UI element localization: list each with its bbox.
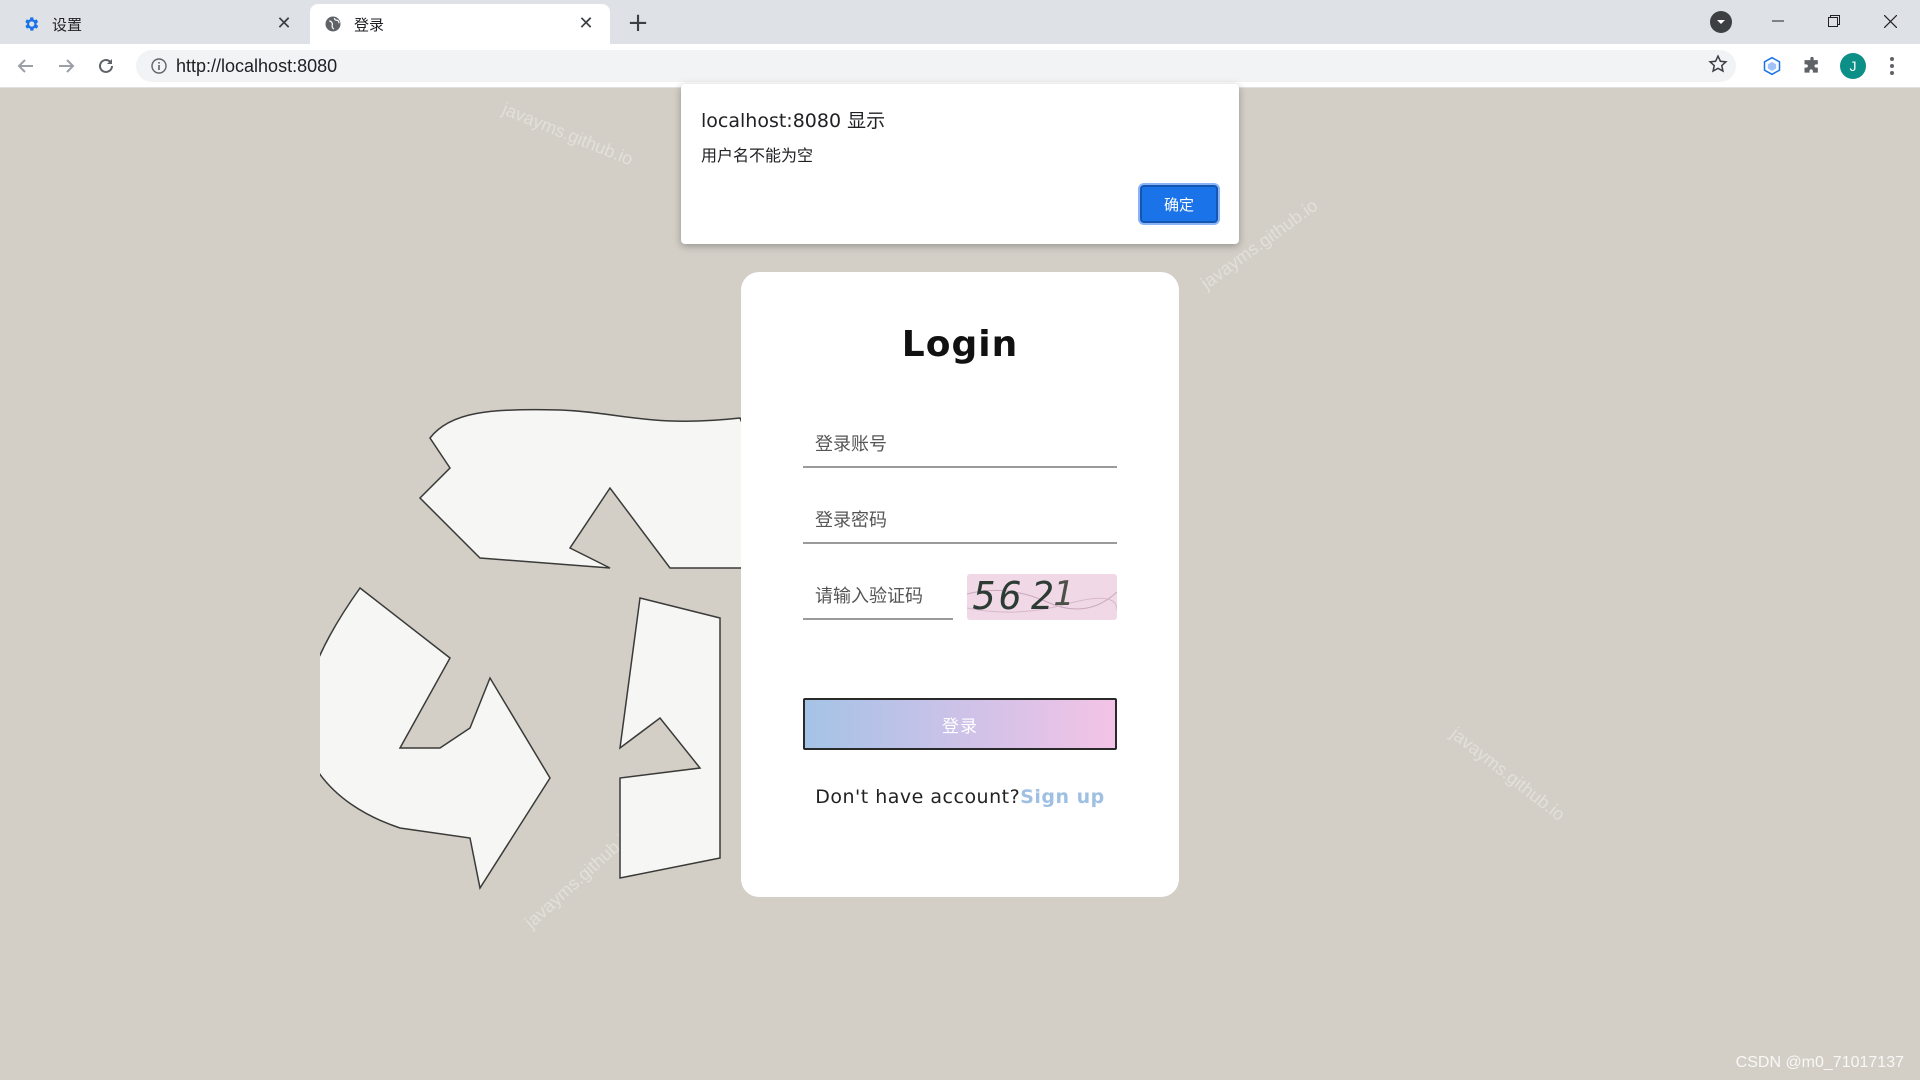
extension-icon[interactable] [1760,54,1784,78]
close-tab-icon[interactable]: ✕ [274,14,294,34]
reload-icon[interactable] [92,52,120,80]
more-menu-icon[interactable] [1882,54,1902,78]
profile-avatar[interactable]: J [1840,53,1866,79]
login-card: Login 5 6 2 1 登录 Don't have account?Sign… [741,272,1179,897]
tab-login[interactable]: 登录 ✕ [310,4,610,44]
back-icon[interactable] [12,52,40,80]
tab-title: 设置 [52,15,83,34]
close-window-button[interactable] [1870,6,1910,36]
captcha-char: 6 [999,574,1022,618]
alert-dialog: localhost:8080 显示 用户名不能为空 确定 [681,84,1239,244]
puzzle-icon[interactable] [1800,54,1824,78]
url-text: http://localhost:8080 [176,55,338,76]
password-input[interactable] [803,498,1117,544]
address-bar[interactable]: http://localhost:8080 [136,50,1736,82]
captcha-char: 2 [1031,574,1054,618]
login-title: Login [901,324,1019,365]
csdn-credit: CSDN @m0_71017137 [1735,1054,1904,1071]
signup-link[interactable]: Sign up [1020,786,1105,808]
login-button[interactable]: 登录 [803,698,1117,750]
site-info-icon[interactable] [142,58,176,74]
alert-ok-button[interactable]: 确定 [1140,185,1218,223]
signup-row: Don't have account?Sign up [741,786,1179,808]
globe-icon [324,15,342,33]
browser-toolbar: http://localhost:8080 J [0,44,1920,88]
restore-button[interactable] [1814,6,1854,36]
watermark: javayms.github.io [499,98,636,170]
captcha-char: 5 [973,574,996,618]
captcha-char: 1 [1053,574,1074,614]
minimize-button[interactable] [1758,6,1798,36]
account-input[interactable] [803,422,1117,468]
captcha-image[interactable]: 5 6 2 1 [967,574,1117,620]
tab-search-icon[interactable] [1710,11,1732,33]
tab-settings[interactable]: 设置 ✕ [8,4,308,44]
tab-title: 登录 [354,15,385,34]
close-tab-icon[interactable]: ✕ [576,14,596,34]
signup-prompt: Don't have account? [815,786,1021,808]
watermark: javayms.github.io [1446,723,1569,825]
bookmark-star-icon[interactable] [1708,54,1728,78]
tab-strip: 设置 ✕ 登录 ✕ + [0,0,1920,44]
new-tab-button[interactable]: + [624,10,652,38]
alert-title: localhost:8080 显示 [701,110,886,132]
gear-icon [22,15,40,33]
recycle-illustration [320,408,760,890]
captcha-input[interactable] [803,574,953,620]
forward-icon[interactable] [52,52,80,80]
alert-message: 用户名不能为空 [701,146,814,165]
